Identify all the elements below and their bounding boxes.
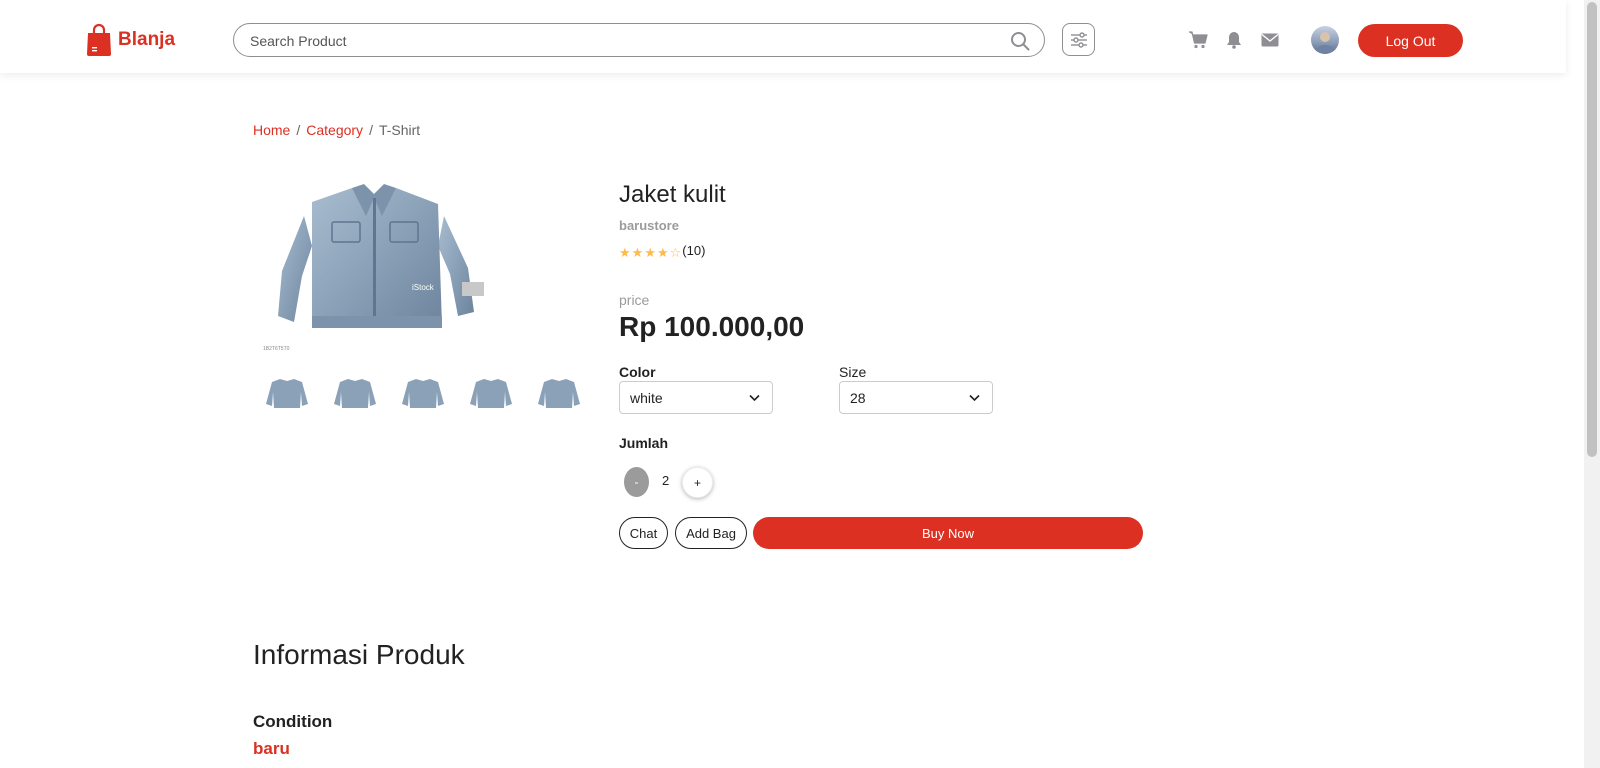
product-thumbnail[interactable] xyxy=(330,374,380,412)
brand-name: Blanja xyxy=(118,28,176,50)
star-filled-icon: ★ xyxy=(619,245,631,260)
product-thumbnail[interactable] xyxy=(262,374,312,412)
filter-icon xyxy=(1070,31,1087,48)
rating-count: (10) xyxy=(682,243,706,258)
image-watermark: iStock xyxy=(412,283,435,292)
filter-button[interactable] xyxy=(1062,23,1095,56)
chevron-down-icon xyxy=(749,394,760,402)
search-icon[interactable] xyxy=(1010,31,1030,51)
navbar: Blanja Search Product Log Out xyxy=(0,0,1566,73)
product-thumbnail[interactable] xyxy=(466,374,516,412)
breadcrumb: Home / Category / T-Shirt xyxy=(253,122,420,138)
product-thumbnail[interactable] xyxy=(398,374,448,412)
chevron-down-icon xyxy=(969,394,980,402)
product-info-title: Informasi Produk xyxy=(253,639,465,670)
rating-stars: ★ ★ ★ ★ ☆ xyxy=(619,245,681,261)
scrollbar[interactable] xyxy=(1584,0,1600,768)
star-filled-icon: ★ xyxy=(644,245,656,260)
star-empty-icon: ☆ xyxy=(669,245,682,260)
breadcrumb-current: T-Shirt xyxy=(378,122,421,138)
quantity-label: Jumlah xyxy=(619,435,669,451)
color-label: Color xyxy=(619,364,656,380)
scrollbar-thumb[interactable] xyxy=(1587,2,1597,457)
user-avatar-icon xyxy=(1315,32,1335,54)
image-id-label: 1B2T6T5T0 xyxy=(263,346,290,352)
condition-label: Condition xyxy=(253,712,333,731)
product-name: Jaket kulit xyxy=(619,181,726,208)
star-filled-icon: ★ xyxy=(631,245,644,260)
add-bag-button[interactable]: Add Bag xyxy=(675,517,747,549)
breadcrumb-category[interactable]: Category xyxy=(306,122,363,138)
chat-button[interactable]: Chat xyxy=(619,517,668,549)
product-main-image[interactable]: iStock xyxy=(262,176,494,356)
quantity-decrease-button[interactable]: - xyxy=(624,467,649,497)
size-select-value: 28 xyxy=(850,390,866,406)
avatar[interactable] xyxy=(1311,26,1339,54)
logout-button[interactable]: Log Out xyxy=(1358,24,1463,57)
price-label: price xyxy=(619,292,650,308)
cart-button[interactable] xyxy=(1188,30,1208,50)
breadcrumb-separator: / xyxy=(369,122,373,138)
search-input[interactable] xyxy=(250,31,990,51)
star-filled-icon: ★ xyxy=(656,245,669,260)
product-thumbnails xyxy=(262,374,584,412)
size-select[interactable]: 28 xyxy=(839,381,993,414)
bell-icon xyxy=(1227,32,1241,49)
product-rating: ★ ★ ★ ★ ☆ (10) xyxy=(619,240,705,261)
color-select-value: white xyxy=(630,390,663,406)
product-thumbnail[interactable] xyxy=(534,374,584,412)
store-name[interactable]: barustore xyxy=(619,218,679,233)
size-label: Size xyxy=(839,364,867,380)
brand-logo[interactable]: Blanja xyxy=(86,23,175,56)
quantity-value: 2 xyxy=(662,473,670,488)
product-price: Rp 100.000,00 xyxy=(619,311,805,342)
buy-now-button[interactable]: Buy Now xyxy=(753,517,1143,549)
breadcrumb-separator: / xyxy=(296,122,301,138)
notification-button[interactable] xyxy=(1224,30,1244,50)
cart-icon xyxy=(1189,31,1208,49)
breadcrumb-home[interactable]: Home xyxy=(253,122,290,138)
color-select[interactable]: white xyxy=(619,381,773,414)
mail-icon xyxy=(1261,33,1279,47)
mail-button[interactable] xyxy=(1260,30,1280,50)
condition-value: baru xyxy=(253,739,290,758)
shopping-bag-icon xyxy=(87,23,111,56)
quantity-increase-button[interactable]: + xyxy=(682,467,713,498)
search-bar[interactable] xyxy=(233,23,1045,57)
